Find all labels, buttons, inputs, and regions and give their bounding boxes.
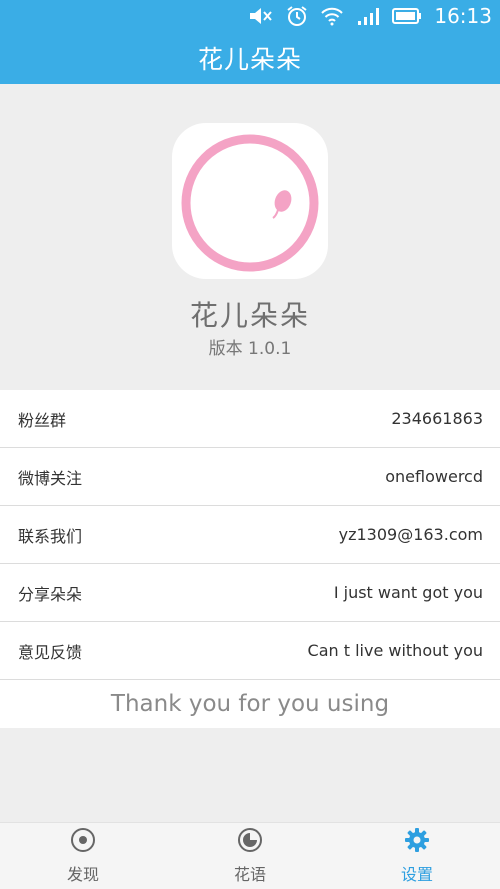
info-row-fan-group[interactable]: 粉丝群 234661863	[0, 390, 500, 448]
status-bar: 16:13	[0, 0, 500, 32]
tab-label: 发现	[66, 865, 99, 884]
status-time: 16:13	[434, 4, 492, 28]
info-row-contact[interactable]: 联系我们 yz1309@163.com	[0, 506, 500, 564]
row-value: oneflowercd	[385, 467, 483, 486]
row-label: 微博关注	[18, 468, 83, 488]
discover-icon	[70, 827, 96, 857]
app-logo	[172, 123, 328, 279]
alarm-icon	[286, 4, 308, 28]
info-row-weibo[interactable]: 微博关注 oneflowercd	[0, 448, 500, 506]
row-value: Can t live without you	[307, 641, 483, 660]
flower-language-icon	[237, 827, 263, 857]
app-version: 版本 1.0.1	[208, 339, 292, 359]
tab-settings[interactable]: 设置	[334, 823, 500, 889]
app-bar: 花儿朵朵	[0, 32, 500, 84]
app-name: 花儿朵朵	[189, 299, 310, 332]
mute-icon	[248, 4, 274, 28]
battery-icon	[392, 4, 422, 28]
tab-flower-language[interactable]: 花语	[167, 823, 333, 889]
row-label: 联系我们	[18, 526, 83, 546]
settings-icon	[404, 827, 430, 857]
info-row-share[interactable]: 分享朵朵 I just want got you	[0, 564, 500, 622]
row-value: I just want got you	[333, 583, 483, 602]
tab-label: 花语	[233, 865, 266, 884]
row-value: 234661863	[391, 409, 483, 428]
row-label: 分享朵朵	[18, 584, 83, 604]
thanks-text: Thank you for you using	[110, 691, 390, 717]
tab-label: 设置	[400, 865, 433, 884]
info-row-feedback[interactable]: 意见反馈 Can t live without you	[0, 622, 500, 680]
signal-icon	[356, 4, 380, 28]
info-list: 粉丝群 234661863 微博关注 oneflowercd 联系我们 yz13…	[0, 390, 500, 728]
row-label: 粉丝群	[18, 410, 67, 430]
page-title: 花儿朵朵	[197, 45, 302, 74]
bottom-nav: 发现 花语 设置	[0, 822, 500, 889]
about-header: 花儿朵朵 版本 1.0.1	[0, 84, 500, 390]
tab-discover[interactable]: 发现	[0, 823, 166, 889]
wifi-icon	[320, 4, 344, 28]
row-label: 意见反馈	[18, 642, 83, 662]
row-value: yz1309@163.com	[338, 525, 483, 544]
